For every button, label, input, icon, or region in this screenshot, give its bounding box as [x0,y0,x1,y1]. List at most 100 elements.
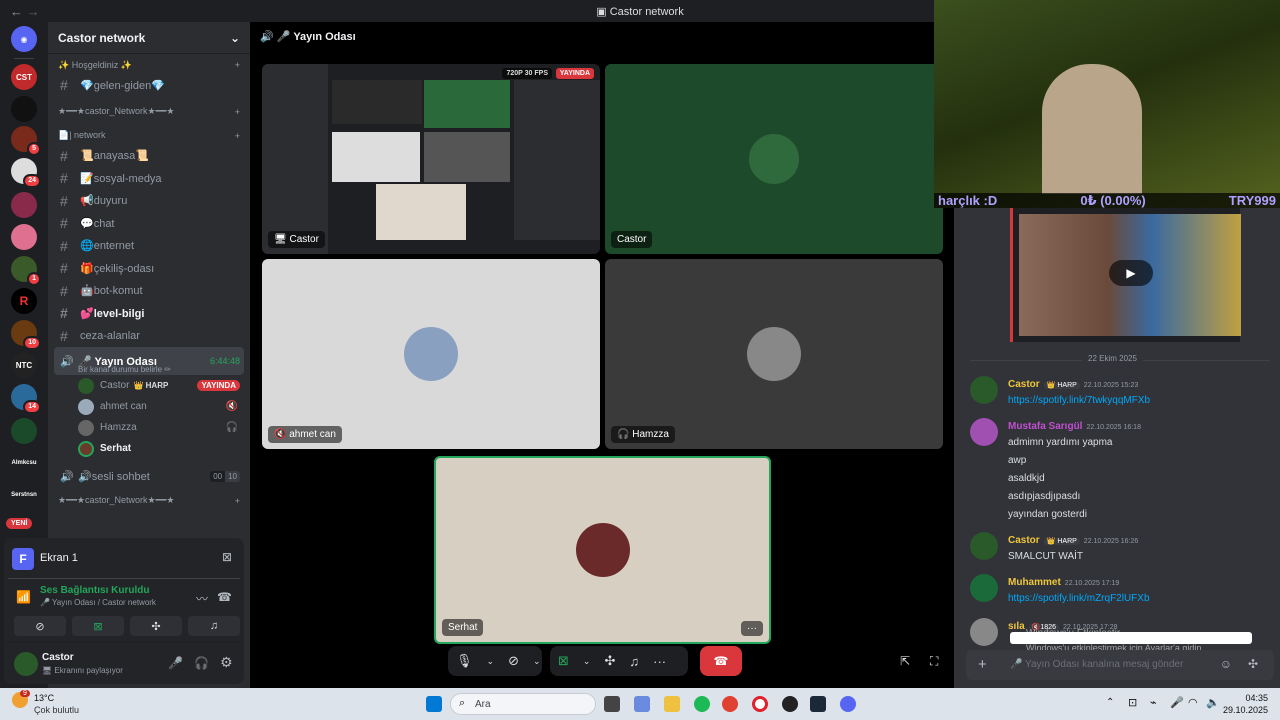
server-icon[interactable]: 5 [11,126,41,156]
channel-item[interactable]: # ceza-alanlar [48,325,250,348]
channel-item[interactable]: # 📢duyuru [48,190,250,213]
server-icon[interactable]: Serstnsn [11,482,37,508]
avatar[interactable] [970,418,998,446]
noise-suppression-icon[interactable]: 〰 [196,590,208,607]
category-header[interactable]: ★━━★castor_Network★━━★ + [48,103,250,121]
channel-item[interactable]: # 💬chat [48,212,250,235]
participant-tile[interactable]: 🔇 ahmet can [262,259,600,449]
emoji-icon[interactable]: ☺ [1220,657,1232,671]
voice-user[interactable]: Hamzza 🎧 [48,417,250,438]
gear-icon[interactable]: ⚙ [220,654,233,671]
opera-icon[interactable] [752,696,768,712]
connection-location[interactable]: 🎤 Yayın Odası / Castor network [40,598,156,607]
screen-share-icon[interactable]: ⊠ [558,653,569,669]
channel-item[interactable]: # 📝sosyal-medya [48,167,250,190]
server-icon[interactable]: 24 [11,158,41,188]
disconnect-icon[interactable]: ☎ [217,590,232,604]
soundboard-icon[interactable]: ♫ [629,654,639,669]
activities-button[interactable]: ✣ [130,616,182,636]
stream-tile[interactable]: 720P 30 FPS YAYINDA 🖥 Castor [262,64,600,254]
activities-icon[interactable]: ✣ [604,653,615,669]
channel-item[interactable]: # 🎁çekiliş-odası [48,257,250,280]
copilot-icon[interactable] [634,696,650,712]
server-icon[interactable] [11,418,37,444]
chevron-down-icon[interactable]: ⌄ [583,656,591,667]
clock-time[interactable]: 04:35 [1222,693,1268,703]
tray-icon[interactable]: ⊡ [1128,696,1137,709]
add-icon[interactable]: + [235,60,240,70]
weather-desc[interactable]: Çok bulutlu [34,705,79,715]
author-name[interactable]: Castor [1008,379,1040,390]
more-options-icon[interactable]: ··· [741,621,763,636]
steam-icon[interactable] [810,696,826,712]
pop-out-icon[interactable]: ⇱ [900,654,910,668]
tray-icon[interactable]: ⌁ [1150,696,1157,709]
user-name[interactable]: Castor [42,652,74,663]
camera-off-icon[interactable]: ⊘ [508,653,519,669]
search-input[interactable]: Ara [475,699,491,710]
participant-tile[interactable]: Castor [605,64,943,254]
avatar[interactable] [970,532,998,560]
channel-item[interactable]: # 📜anayasa📜 [48,145,250,168]
author-name[interactable]: Muhammet [1008,577,1061,588]
server-icon[interactable]: 1 [11,256,41,286]
add-attachment-icon[interactable]: + [978,656,987,673]
channel-welcome[interactable]: # 💎gelen-giden💎 [48,74,250,97]
server-icon[interactable]: Almkcsu [11,450,37,476]
channel-item[interactable]: # 🤖bot-komut [48,280,250,303]
participant-tile[interactable]: 🎧 Hamzza [605,259,943,449]
weather-temp[interactable]: 13°C [34,693,54,703]
avatar[interactable] [970,574,998,602]
task-view-icon[interactable] [604,696,620,712]
apps-icon[interactable]: ✣ [1248,657,1258,671]
chevron-down-icon[interactable]: ⌄ [533,656,541,667]
fullscreen-icon[interactable]: ⛶ [930,654,938,669]
author-name[interactable]: sıla [1008,621,1025,632]
author-name[interactable]: Castor [1008,535,1040,546]
server-icon[interactable] [11,192,37,218]
embed-thumbnail[interactable]: ▶ [1010,208,1241,342]
discord-icon[interactable] [840,696,856,712]
server-icon[interactable]: NTC [11,352,37,378]
windows-start-icon[interactable] [426,696,442,712]
server-icon[interactable]: 10 [11,320,41,350]
tray-chevron-icon[interactable]: ⌃ [1106,697,1114,708]
channel-status-hint[interactable]: Bir kanal durumu belirle ✏ [78,365,171,374]
category-header[interactable]: ✨ Hoşgeldiniz ✨ + [48,56,250,74]
play-icon[interactable]: ▶ [1109,260,1153,286]
server-icon[interactable]: 14 [11,384,41,414]
server-icon[interactable]: R [11,288,37,314]
message-input[interactable]: 🎤 Yayın Odası kanalına mesaj gönder [1010,659,1183,670]
participant-tile-speaking[interactable]: Serhat ··· [434,456,771,644]
microphone-icon[interactable]: 🎤 [168,656,183,670]
server-icon[interactable] [11,224,37,250]
channel-item[interactable]: # 🌐enternet [48,235,250,258]
microphone-icon[interactable]: 🎙 [456,653,473,669]
chevron-down-icon[interactable]: ⌄ [487,656,495,667]
screen-share-button[interactable]: ⊠ [72,616,124,636]
server-header[interactable]: Castor network ⌄ [48,22,250,54]
soundboard-button[interactable]: ♫ [188,616,240,636]
volume-icon[interactable]: 🔈 [1206,696,1220,709]
more-options-icon[interactable]: ··· [653,654,666,669]
spotify-icon[interactable] [694,696,710,712]
chrome-icon[interactable] [722,696,738,712]
voice-channel[interactable]: 🔊 🔊sesli sohbet 00 10 [48,465,250,488]
category-header[interactable]: ★━━★castor_Network★━━★ + [48,492,250,510]
avatar[interactable] [970,376,998,404]
add-icon[interactable]: + [235,131,240,141]
chevron-down-icon[interactable]: ⌄ [230,31,240,45]
message-link[interactable]: https://spotify.link/7twkyqqMFXb [1008,395,1270,406]
channel-item-unread[interactable]: # 💕level-bilgi [48,302,250,325]
connection-status[interactable]: Ses Bağlantısı Kuruldu [40,585,149,596]
taskbar-search[interactable]: ⌕ Ara [450,693,596,715]
avatar[interactable] [14,652,38,676]
discord-home-icon[interactable]: ◉ [11,26,37,52]
voice-user[interactable]: Castor 👑 HARP YAYINDA [48,375,250,396]
microphone-icon[interactable]: 🎤 [1170,696,1184,709]
headphones-icon[interactable]: 🎧 [194,656,209,670]
avatar[interactable] [970,618,998,646]
add-icon[interactable]: + [235,107,240,117]
stop-stream-icon[interactable]: ⊠ [222,550,232,564]
voice-user[interactable]: Serhat [48,438,250,459]
